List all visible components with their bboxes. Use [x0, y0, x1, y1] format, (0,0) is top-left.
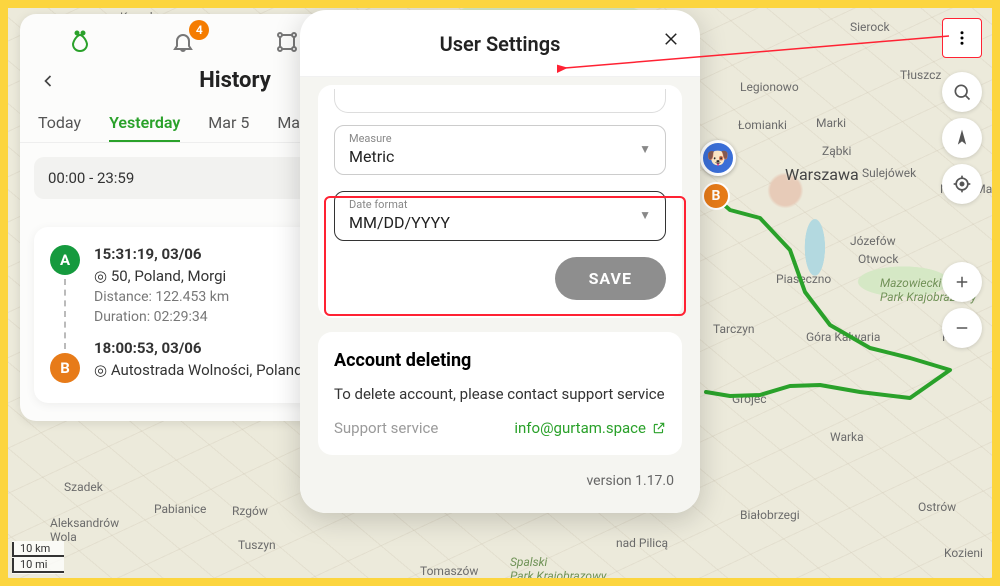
close-button[interactable]	[662, 30, 680, 48]
external-link-icon	[652, 421, 666, 435]
dialog-title: User Settings	[300, 32, 700, 56]
support-email-link[interactable]: info@gurtam.space	[514, 419, 666, 437]
more-vertical-icon	[953, 29, 971, 47]
close-icon	[662, 30, 680, 48]
compass-button[interactable]	[942, 118, 982, 158]
route-marker-b: B	[702, 182, 730, 210]
app-version: version 1.17.0	[318, 473, 682, 489]
support-label: Support service	[334, 419, 438, 437]
date-format-value: MM/DD/YYYY	[349, 213, 639, 232]
tab-notifications[interactable]: 4	[171, 30, 195, 54]
marker-connector	[64, 279, 66, 349]
trip-start-time: 15:31:19, 03/06	[94, 245, 303, 263]
chevron-down-icon: ▼	[639, 142, 651, 156]
tab-units[interactable]	[68, 30, 92, 54]
unit-avatar[interactable]: 🐶	[700, 140, 736, 176]
tab-geofences[interactable]	[275, 30, 299, 54]
tab-mar5[interactable]: Mar 5	[208, 105, 249, 142]
save-button[interactable]: SAVE	[555, 257, 666, 300]
measure-select[interactable]: Measure Metric ▼	[334, 125, 666, 175]
marker-a: A	[50, 245, 80, 275]
minus-icon	[953, 319, 971, 337]
measure-label: Measure	[349, 132, 639, 145]
zoom-in-button[interactable]	[942, 262, 982, 302]
search-icon	[952, 82, 972, 102]
scale-km: 10 km	[12, 542, 64, 557]
date-format-label: Date format	[349, 198, 639, 211]
measure-value: Metric	[349, 147, 639, 166]
tab-today[interactable]: Today	[38, 105, 81, 142]
trip-distance: Distance: 122.453 km	[94, 289, 303, 305]
account-deleting-card: Account deleting To delete account, plea…	[318, 332, 682, 455]
zoom-out-button[interactable]	[942, 308, 982, 348]
marker-b: B	[50, 353, 80, 383]
back-button[interactable]	[38, 71, 58, 91]
chevron-left-icon	[38, 71, 58, 91]
user-settings-dialog: User Settings Measure Metric ▼ Date form…	[300, 10, 700, 513]
crosshair-icon	[952, 174, 972, 194]
trip-duration: Duration: 02:29:34	[94, 309, 303, 325]
route-track	[700, 160, 980, 420]
notification-badge: 4	[189, 20, 209, 40]
account-body: To delete account, please contact suppor…	[334, 385, 666, 403]
trip-end-place: ◎ Autostrada Wolności, Poland	[94, 361, 303, 379]
scale-mi: 10 mi	[12, 558, 64, 573]
tab-yesterday[interactable]: Yesterday	[109, 105, 180, 142]
trip-end-time: 18:00:53, 03/06	[94, 339, 303, 357]
plus-icon	[953, 273, 971, 291]
chevron-down-icon: ▼	[639, 208, 651, 222]
map-scale: 10 km 10 mi	[12, 541, 64, 574]
account-heading: Account deleting	[334, 350, 666, 371]
prev-field-stub	[334, 89, 666, 113]
more-menu-button[interactable]	[942, 18, 982, 58]
search-button[interactable]	[942, 72, 982, 112]
bounding-box-icon	[275, 30, 299, 54]
paw-icon	[68, 30, 92, 54]
date-format-select[interactable]: Date format MM/DD/YYYY ▼	[334, 191, 666, 241]
navigation-icon	[952, 128, 972, 148]
locate-button[interactable]	[942, 164, 982, 204]
trip-start-place: ◎ 50, Poland, Morgi	[94, 267, 303, 285]
